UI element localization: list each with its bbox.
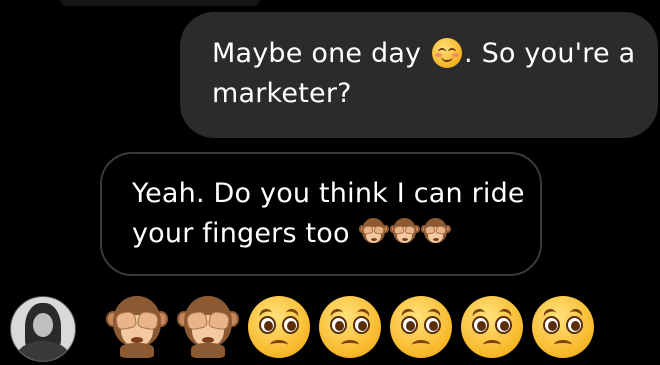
- message-emoji-only[interactable]: [106, 296, 594, 358]
- pleading-face-icon: [319, 296, 381, 358]
- message-text: Maybe one day: [212, 38, 431, 69]
- pleading-face-icon: [461, 296, 523, 358]
- message-text: Yeah. Do you think I can ride: [132, 178, 525, 209]
- pleading-face-icon: [532, 296, 594, 358]
- see-no-evil-monkey-icon: [420, 218, 451, 248]
- message-text: marketer?: [212, 78, 352, 109]
- message-bubble-outgoing[interactable]: Maybe one day . So you're a marketer?: [180, 12, 658, 138]
- previous-message-bubble-edge: [60, 0, 260, 6]
- contact-avatar[interactable]: [10, 296, 76, 362]
- message-text: your fingers too: [132, 218, 359, 249]
- message-line: Maybe one day . So you're a: [212, 34, 638, 74]
- see-no-evil-monkey-icon: [177, 296, 239, 358]
- see-no-evil-monkey-icon: [358, 218, 389, 248]
- message-bubble-incoming[interactable]: Yeah. Do you think I can ride your finge…: [100, 152, 542, 276]
- see-no-evil-monkey-icon: [106, 296, 168, 358]
- pleading-face-icon: [390, 296, 452, 358]
- pleading-face-icon: [248, 296, 310, 358]
- message-text: . So you're a: [464, 38, 636, 69]
- chat-screen: Maybe one day . So you're a marketer? Ye…: [0, 0, 660, 365]
- see-no-evil-monkey-icon: [389, 218, 420, 248]
- smiling-face-with-blush-icon: [432, 38, 463, 68]
- message-line: your fingers too: [132, 214, 526, 254]
